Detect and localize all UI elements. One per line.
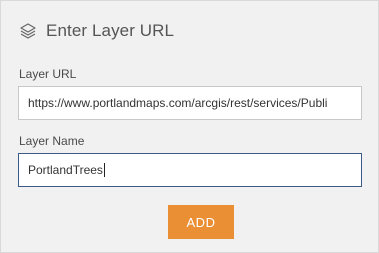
text-cursor bbox=[103, 163, 105, 177]
layer-name-value: PortlandTrees bbox=[28, 163, 103, 177]
panel-title: Enter Layer URL bbox=[46, 21, 175, 40]
layer-name-label: Layer Name bbox=[19, 134, 85, 148]
layer-name-input[interactable]: PortlandTrees bbox=[18, 153, 362, 187]
layer-url-input[interactable]: https://www.portlandmaps.com/arcgis/rest… bbox=[18, 86, 362, 120]
enter-layer-url-panel: Enter Layer URL Layer URL https://www.po… bbox=[0, 0, 379, 253]
layers-icon bbox=[19, 22, 37, 40]
layer-url-value: https://www.portlandmaps.com/arcgis/rest… bbox=[28, 96, 328, 110]
add-button[interactable]: ADD bbox=[168, 205, 234, 239]
layer-url-label: Layer URL bbox=[19, 67, 77, 81]
panel-header: Enter Layer URL bbox=[19, 20, 174, 42]
